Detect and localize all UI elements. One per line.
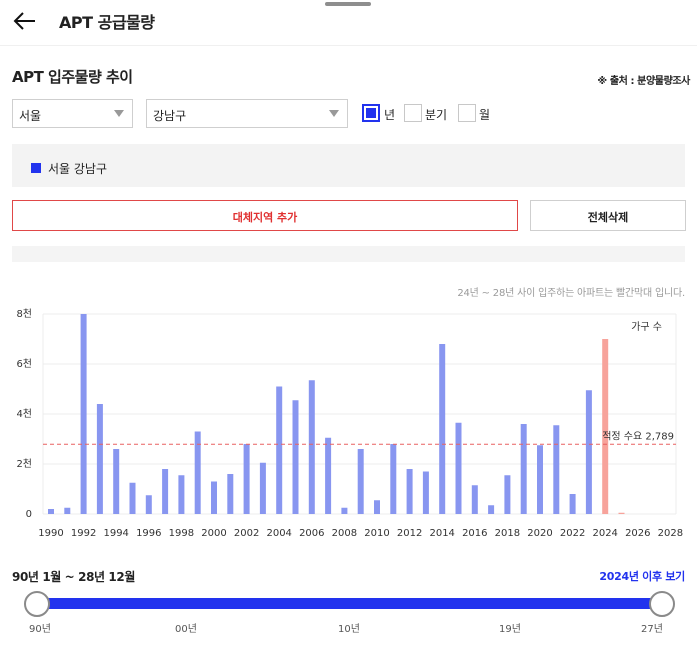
bar [227, 474, 234, 514]
y-tick-label: 8천 [16, 308, 32, 320]
x-tick-label: 2014 [429, 528, 454, 539]
bar [504, 475, 511, 514]
bar [618, 512, 625, 514]
x-tick-label: 2022 [560, 528, 585, 539]
bar [292, 400, 299, 514]
selected-region-label[interactable]: 서울 강남구 [48, 160, 107, 177]
bar [308, 380, 315, 514]
bar [553, 425, 560, 514]
bar [259, 462, 266, 514]
x-tick-label: 2000 [201, 528, 226, 539]
x-tick-label: 2016 [462, 528, 487, 539]
bar [488, 505, 495, 514]
y-unit-label: 가구 수 [631, 321, 662, 333]
period-quarter-checkbox[interactable] [404, 104, 422, 122]
bar [406, 469, 413, 514]
period-quarter-label: 분기 [425, 108, 448, 122]
bar [80, 314, 87, 514]
bar [374, 500, 380, 514]
range-slider-start-thumb[interactable] [24, 591, 50, 617]
city-select-value: 서울 [19, 109, 42, 123]
delete-all-button[interactable]: 전체삭제 [530, 200, 686, 231]
bar [64, 507, 71, 514]
y-tick-label: 4천 [16, 408, 32, 420]
section-title: APT 입주물량 추이 [12, 68, 133, 86]
highlight-note: 24년 ~ 28년 사이 입주하는 아파트는 빨간막대 입니다. [457, 288, 685, 299]
chevron-down-icon [329, 110, 339, 117]
x-tick-label: 1994 [103, 528, 128, 539]
bar [178, 475, 185, 514]
bar [211, 481, 217, 514]
bar [113, 449, 120, 514]
x-tick-label: 1996 [136, 528, 161, 539]
bar [325, 437, 332, 514]
range-slider-track[interactable] [37, 598, 662, 609]
x-tick-label: 2006 [299, 528, 324, 539]
district-select[interactable]: 강남구 [146, 99, 348, 128]
bar [585, 390, 592, 514]
bar [537, 445, 543, 514]
y-tick-label: 6천 [16, 358, 32, 370]
supply-bar-chart: 0 2천 4천 6천 8천 1990 1992 1994 1996 1998 2000 2002 20… [16, 308, 683, 539]
x-tick-label: 2008 [332, 528, 357, 539]
period-month-label: 월 [479, 108, 491, 122]
bar [569, 494, 576, 514]
drag-handle[interactable] [325, 2, 371, 6]
x-tick-label: 2002 [234, 528, 259, 539]
x-tick-label: 1992 [71, 528, 96, 539]
x-tick-label: 2010 [364, 528, 389, 539]
app-header: APT 공급물량 [0, 0, 697, 46]
range-tick-label: 00년 [175, 624, 197, 635]
bar [520, 424, 527, 514]
bar [357, 449, 364, 514]
back-arrow-icon[interactable] [12, 10, 38, 32]
bar [439, 344, 446, 514]
bar [243, 444, 250, 514]
bar [422, 471, 429, 514]
x-tick-label: 1990 [38, 528, 63, 539]
x-tick-label: 2012 [397, 528, 422, 539]
x-tick-label: 2024 [592, 528, 617, 539]
divider-strip [12, 246, 685, 262]
x-tick-label: 2004 [266, 528, 291, 539]
bar [341, 507, 348, 514]
period-year-label: 년 [384, 108, 396, 122]
bar [602, 339, 609, 514]
date-range-label: 90년 1월 ~ 28년 12월 [12, 570, 135, 584]
source-note: ※ 출처 : 분양물량조사 [597, 76, 690, 87]
add-region-button[interactable]: 대체지역 추가 [12, 200, 518, 231]
range-tick-label: 10년 [338, 624, 360, 635]
x-tick-label: 2026 [625, 528, 650, 539]
x-tick-label: 2028 [658, 528, 683, 539]
district-select-value: 강남구 [153, 109, 187, 123]
range-slider-end-thumb[interactable] [649, 591, 675, 617]
chevron-down-icon [114, 110, 124, 117]
bar [145, 495, 152, 514]
view-after-2024-link[interactable]: 2024년 이후 보기 [599, 568, 685, 584]
period-month-checkbox[interactable] [458, 104, 476, 122]
selected-region-panel [12, 144, 685, 187]
bar [390, 444, 397, 514]
bar [276, 386, 283, 514]
x-tick-label: 2020 [527, 528, 552, 539]
y-tick-label: 2천 [16, 458, 32, 470]
region-color-swatch [31, 163, 41, 173]
bar [48, 509, 54, 514]
bar [162, 469, 169, 514]
y-tick-label: 0 [26, 509, 32, 520]
bar [471, 485, 478, 514]
range-tick-label: 90년 [29, 624, 51, 635]
x-tick-label: 1998 [169, 528, 194, 539]
city-select[interactable]: 서울 [12, 99, 133, 128]
range-tick-label: 19년 [499, 624, 521, 635]
bar [96, 404, 103, 514]
reference-line-label: 적정 수요 2,789 [602, 430, 674, 442]
x-tick-label: 2018 [495, 528, 520, 539]
period-year-checkbox[interactable] [362, 104, 380, 122]
bar [455, 422, 462, 514]
bar [129, 482, 136, 514]
range-tick-label: 27년 [641, 624, 663, 635]
page-title: APT 공급물량 [59, 13, 155, 32]
